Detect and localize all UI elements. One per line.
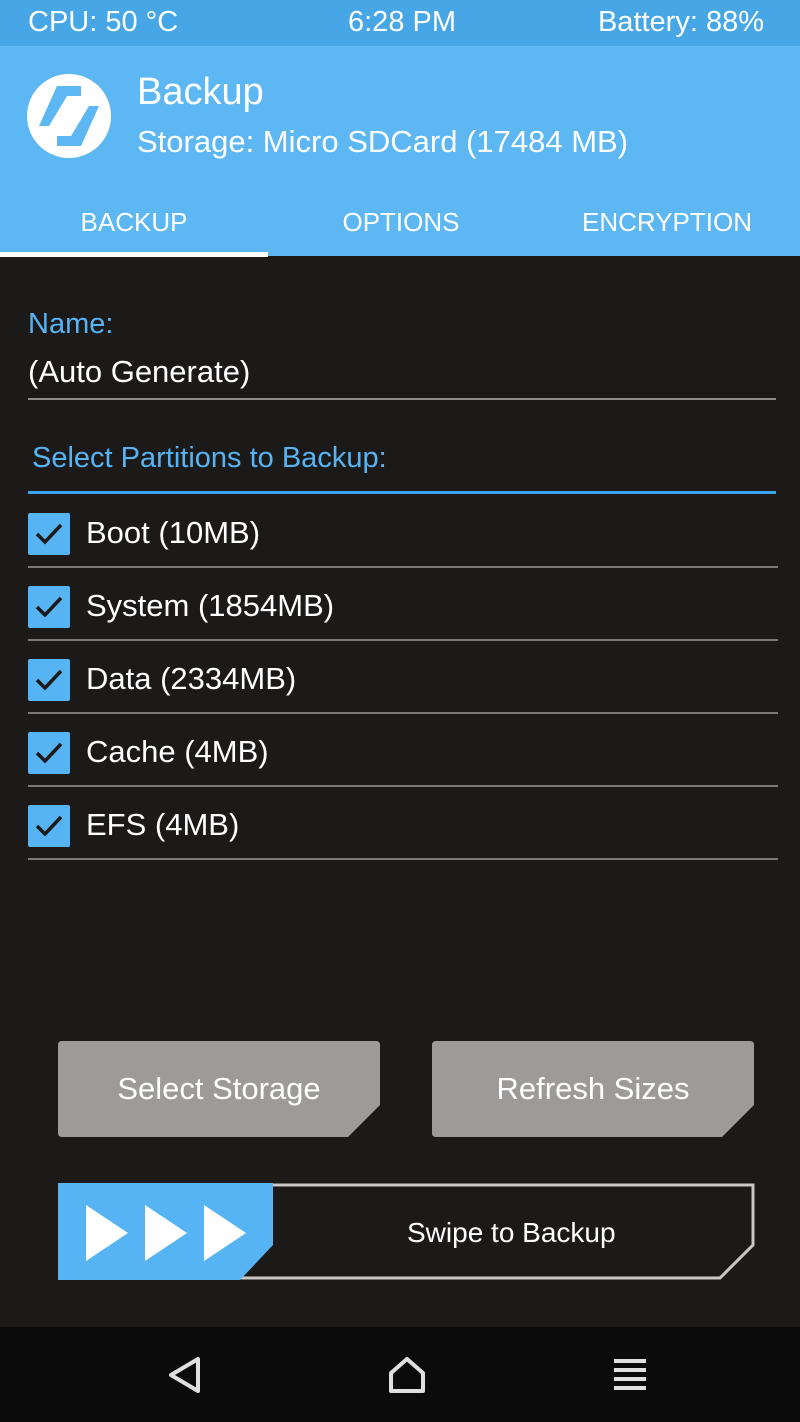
select-storage-label: Select Storage xyxy=(117,1071,321,1106)
row-divider xyxy=(28,639,778,641)
tab-options[interactable]: OPTIONS xyxy=(268,200,534,244)
checkbox-checked[interactable] xyxy=(28,732,70,774)
name-underline xyxy=(28,398,776,400)
checkmark-icon xyxy=(35,669,63,691)
status-bar: CPU: 50 °C 6:28 PM Battery: 88% xyxy=(0,0,800,46)
partitions-heading: Select Partitions to Backup: xyxy=(32,442,387,474)
row-divider xyxy=(28,858,778,860)
partition-label: Cache (4MB) xyxy=(86,734,269,769)
storage-info: Storage: Micro SDCard (17484 MB) xyxy=(137,124,629,159)
twrp-logo-icon xyxy=(27,74,111,158)
partition-row-system[interactable]: System (1854MB) xyxy=(28,569,778,641)
active-tab-indicator xyxy=(0,252,268,257)
partition-row-data[interactable]: Data (2334MB) xyxy=(28,642,778,714)
row-divider xyxy=(28,712,778,714)
tab-backup[interactable]: BACKUP xyxy=(0,200,268,244)
checkbox-checked[interactable] xyxy=(28,586,70,628)
partition-row-cache[interactable]: Cache (4MB) xyxy=(28,715,778,787)
tab-encryption[interactable]: ENCRYPTION xyxy=(534,200,800,244)
battery-level: Battery: 88% xyxy=(597,6,764,38)
select-storage-button[interactable]: Select Storage xyxy=(58,1041,380,1137)
checkmark-icon xyxy=(35,523,63,545)
backup-name-input[interactable]: (Auto Generate) xyxy=(28,354,250,390)
navigation-bar xyxy=(0,1327,800,1422)
swipe-to-backup-slider[interactable]: Swipe to Backup xyxy=(58,1183,755,1280)
cpu-temperature: CPU: 50 °C xyxy=(28,6,179,38)
header: Backup Storage: Micro SDCard (17484 MB) … xyxy=(0,46,800,257)
partition-label: Data (2334MB) xyxy=(86,661,297,696)
checkbox-checked[interactable] xyxy=(28,513,70,555)
row-divider xyxy=(28,566,778,568)
page-title: Backup xyxy=(137,71,264,113)
row-divider xyxy=(28,785,778,787)
checkmark-icon xyxy=(35,742,63,764)
back-triangle-icon[interactable] xyxy=(162,1351,210,1399)
checkbox-checked[interactable] xyxy=(28,805,70,847)
clock: 6:28 PM xyxy=(348,6,456,38)
menu-lines-icon[interactable] xyxy=(606,1351,654,1399)
partition-label: EFS (4MB) xyxy=(86,807,240,842)
refresh-sizes-button[interactable]: Refresh Sizes xyxy=(432,1041,754,1137)
checkmark-icon xyxy=(35,815,63,837)
checkmark-icon xyxy=(35,596,63,618)
checkbox-checked[interactable] xyxy=(28,659,70,701)
name-label: Name: xyxy=(28,308,114,340)
swipe-label: Swipe to Backup xyxy=(407,1217,616,1248)
partition-label: Boot (10MB) xyxy=(86,515,261,550)
partition-label: System (1854MB) xyxy=(86,588,335,623)
refresh-sizes-label: Refresh Sizes xyxy=(496,1071,690,1106)
partition-row-boot[interactable]: Boot (10MB) xyxy=(28,496,778,568)
partition-row-efs[interactable]: EFS (4MB) xyxy=(28,788,778,860)
home-icon[interactable] xyxy=(383,1351,431,1399)
partitions-divider xyxy=(28,491,776,494)
